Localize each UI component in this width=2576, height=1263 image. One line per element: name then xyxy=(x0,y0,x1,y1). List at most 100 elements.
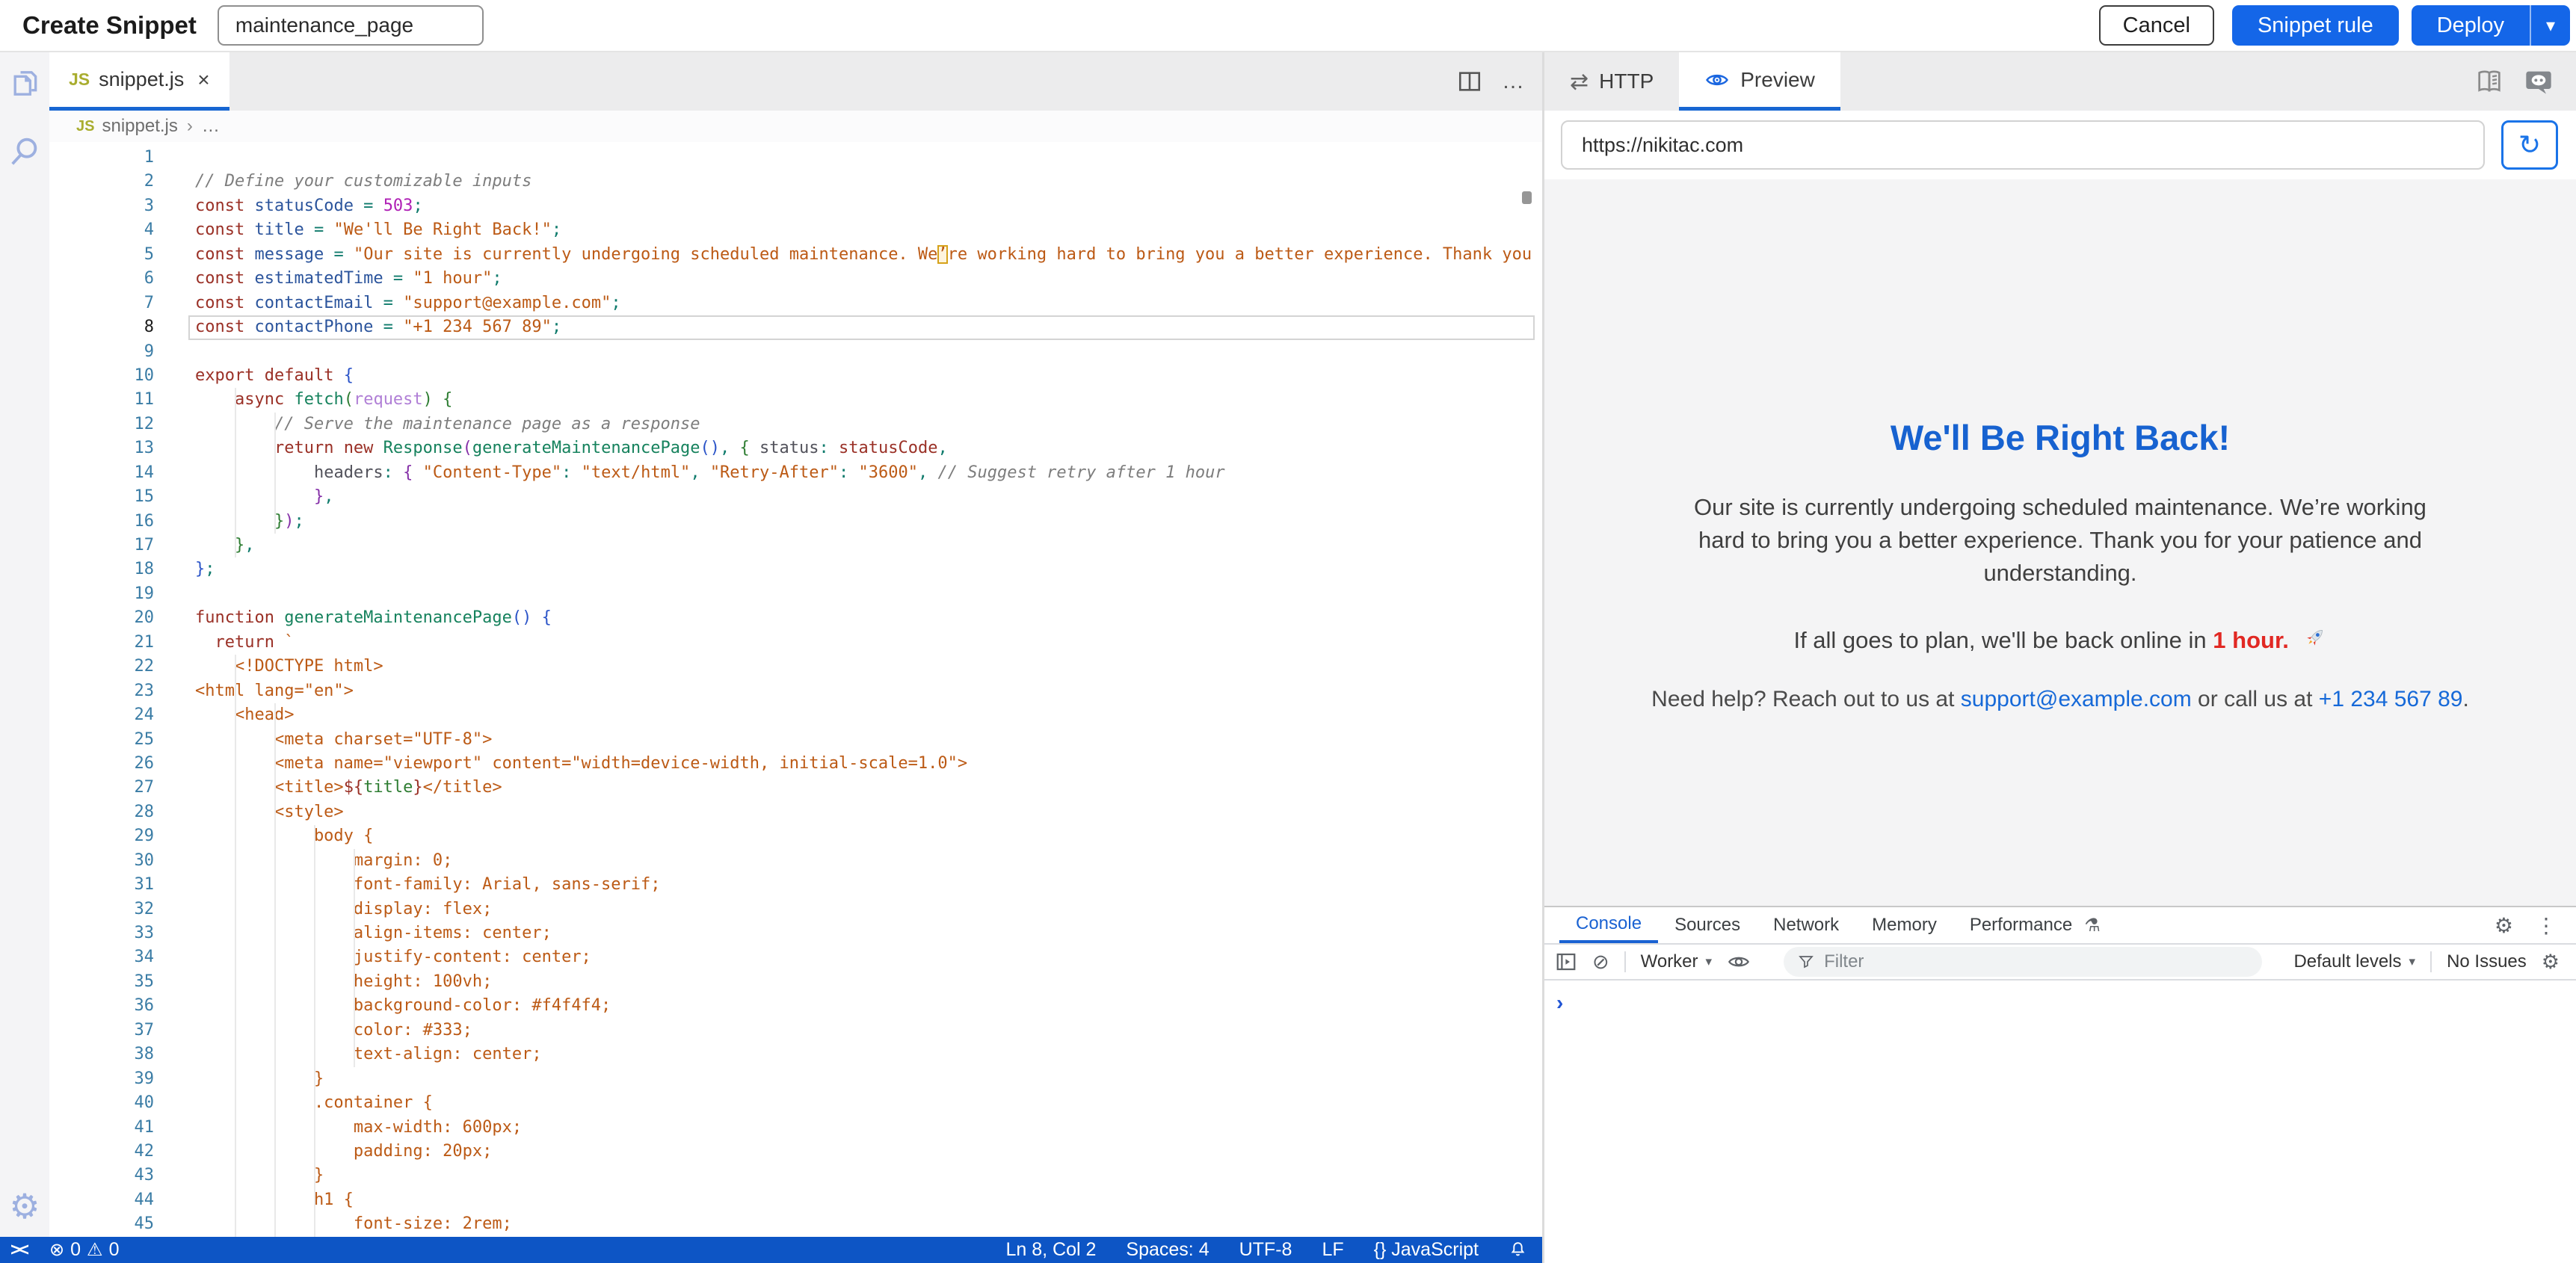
code-line[interactable]: 3const statusCode = 503; xyxy=(49,194,1542,218)
console-output[interactable]: › xyxy=(1544,981,2576,1263)
indentation-setting[interactable]: Spaces: 4 xyxy=(1126,1239,1209,1261)
code-line[interactable]: 38 text-align: center; xyxy=(49,1043,1542,1066)
code-line[interactable]: 5const message = "Our site is currently … xyxy=(49,243,1542,267)
cancel-button[interactable]: Cancel xyxy=(2099,5,2214,46)
snippet-rule-button[interactable]: Snippet rule xyxy=(2232,5,2399,46)
language-mode[interactable]: {} JavaScript xyxy=(1374,1239,1479,1261)
scrollbar-thumb[interactable] xyxy=(1522,191,1532,204)
code-line[interactable]: 42 padding: 20px; xyxy=(49,1140,1542,1164)
tab-snippet-js[interactable]: JS snippet.js × xyxy=(49,52,229,111)
code-line[interactable]: 11 async fetch(request) { xyxy=(49,388,1542,412)
code-line[interactable]: 4const title = "We'll Be Right Back!"; xyxy=(49,218,1542,242)
devtools-tab-network[interactable]: Network xyxy=(1757,907,1855,943)
devtools-tab-performance[interactable]: Performance⚗ xyxy=(1953,907,2117,943)
code-line[interactable]: 1 xyxy=(49,146,1542,170)
close-tab-icon[interactable]: × xyxy=(197,68,209,92)
console-settings-icon[interactable]: ⚙ xyxy=(2542,952,2560,972)
console-filter-input[interactable]: Filter xyxy=(1784,947,2262,977)
code-line[interactable]: 29 body { xyxy=(49,824,1542,848)
devtools-tab-sources[interactable]: Sources xyxy=(1658,907,1757,943)
remote-indicator[interactable]: >< xyxy=(10,1240,27,1261)
code-line[interactable]: 23<html lang="en"> xyxy=(49,679,1542,703)
breadcrumb-symbol[interactable]: … xyxy=(202,116,220,137)
code-line[interactable]: 2// Define your customizable inputs xyxy=(49,170,1542,194)
tab-http[interactable]: ⇄ HTTP xyxy=(1544,52,1679,111)
deploy-button[interactable]: Deploy xyxy=(2412,13,2530,38)
code-line[interactable]: 15 }, xyxy=(49,485,1542,509)
maintenance-page: We'll Be Right Back! Our site is current… xyxy=(1627,179,2494,712)
discord-icon[interactable] xyxy=(2524,67,2554,96)
more-actions-icon[interactable]: … xyxy=(1502,69,1526,94)
code-line[interactable]: 36 background-color: #f4f4f4; xyxy=(49,994,1542,1018)
cursor-position[interactable]: Ln 8, Col 2 xyxy=(1006,1239,1097,1261)
code-line[interactable]: 12 // Serve the maintenance page as a re… xyxy=(49,413,1542,436)
code-line[interactable]: 6const estimatedTime = "1 hour"; xyxy=(49,267,1542,291)
code-line[interactable]: 8const contactPhone = "+1 234 567 89"; xyxy=(49,315,1542,339)
clear-console-icon[interactable]: ⊘ xyxy=(1592,952,1609,972)
reload-button[interactable]: ↻ xyxy=(2501,120,2558,170)
devtools-settings-icon[interactable]: ⚙ xyxy=(2495,913,2513,938)
encoding-setting[interactable]: UTF-8 xyxy=(1239,1239,1292,1261)
code-line[interactable]: 34 justify-content: center; xyxy=(49,945,1542,969)
code-line[interactable]: 21 return ` xyxy=(49,631,1542,655)
code-line[interactable]: 39 } xyxy=(49,1067,1542,1091)
code-line[interactable]: 22 <!DOCTYPE html> xyxy=(49,655,1542,679)
eol-setting[interactable]: LF xyxy=(1322,1239,1343,1261)
line-number: 24 xyxy=(49,703,154,727)
code-line[interactable]: 7const contactEmail = "support@example.c… xyxy=(49,291,1542,315)
code-line[interactable]: 27 <title>${title}</title> xyxy=(49,776,1542,800)
devtools-tab-console[interactable]: Console xyxy=(1559,907,1658,943)
search-button[interactable] xyxy=(7,135,42,169)
toolbar-divider xyxy=(1624,951,1626,972)
code-line[interactable]: 9 xyxy=(49,340,1542,364)
line-number: 31 xyxy=(49,873,154,897)
breadcrumb[interactable]: JS snippet.js › … xyxy=(49,111,1542,142)
issues-counter[interactable]: No Issues xyxy=(2447,951,2527,972)
tab-preview[interactable]: Preview xyxy=(1679,52,1840,111)
code-line[interactable]: 18}; xyxy=(49,558,1542,581)
code-line[interactable]: 43 } xyxy=(49,1164,1542,1188)
code-line[interactable]: 35 height: 100vh; xyxy=(49,970,1542,994)
phone-link[interactable]: +1 234 567 89 xyxy=(2319,687,2463,711)
bell-icon[interactable] xyxy=(1509,1241,1527,1259)
code-line[interactable]: 33 align-items: center; xyxy=(49,921,1542,945)
code-line[interactable]: 32 display: flex; xyxy=(49,898,1542,921)
code-line[interactable]: 37 color: #333; xyxy=(49,1019,1542,1043)
context-selector[interactable]: Worker ▾ xyxy=(1641,951,1712,972)
code-line[interactable]: 17 }, xyxy=(49,534,1542,558)
code-line[interactable]: 10export default { xyxy=(49,364,1542,388)
url-input[interactable] xyxy=(1561,120,2485,170)
breadcrumb-file[interactable]: snippet.js xyxy=(102,116,177,137)
code-line[interactable]: 44 h1 { xyxy=(49,1188,1542,1212)
deploy-dropdown-button[interactable]: ▾ xyxy=(2531,15,2570,37)
console-sidebar-icon[interactable] xyxy=(1555,951,1577,973)
support-email-link[interactable]: support@example.com xyxy=(1961,687,2192,711)
code-line[interactable]: 14 headers: { "Content-Type": "text/html… xyxy=(49,461,1542,485)
snippet-name-input[interactable] xyxy=(218,5,484,46)
code-line[interactable]: 40 .container { xyxy=(49,1091,1542,1115)
code-line[interactable]: 24 <head> xyxy=(49,703,1542,727)
code-line[interactable]: 13 return new Response(generateMaintenan… xyxy=(49,436,1542,460)
code-line[interactable]: 45 font-size: 2rem; xyxy=(49,1212,1542,1236)
code-line[interactable]: 20function generateMaintenancePage() { xyxy=(49,606,1542,630)
code-line[interactable]: 26 <meta name="viewport" content="width=… xyxy=(49,752,1542,776)
code-line[interactable]: 19 xyxy=(49,582,1542,606)
kebab-menu-icon[interactable]: ⋮ xyxy=(2536,913,2557,938)
code-line[interactable]: 41 max-width: 600px; xyxy=(49,1116,1542,1140)
docs-book-icon[interactable] xyxy=(2474,67,2504,96)
code-line[interactable]: 31 font-family: Arial, sans-serif; xyxy=(49,873,1542,897)
problems-indicator[interactable]: ⊗ 0 ⚠ 0 xyxy=(49,1239,119,1261)
log-levels-dropdown[interactable]: Default levels ▾ xyxy=(2293,951,2415,972)
code-line[interactable]: 16 }); xyxy=(49,510,1542,534)
explorer-button[interactable] xyxy=(7,70,42,105)
settings-button[interactable]: ⚙ xyxy=(9,1189,40,1223)
code-line[interactable]: 30 margin: 0; xyxy=(49,849,1542,873)
code-line[interactable]: 25 <meta charset="UTF-8"> xyxy=(49,728,1542,752)
code-editor[interactable]: 12// Define your customizable inputs3con… xyxy=(49,142,1542,1237)
split-editor-icon[interactable] xyxy=(1457,69,1482,94)
code-line[interactable]: 28 <style> xyxy=(49,800,1542,824)
console-toolbar: ⊘ Worker ▾ Filter xyxy=(1544,945,2576,981)
live-expression-eye-icon[interactable] xyxy=(1727,950,1751,974)
devtools-tab-memory[interactable]: Memory xyxy=(1855,907,1953,943)
console-prompt[interactable]: › xyxy=(1556,991,1563,1014)
